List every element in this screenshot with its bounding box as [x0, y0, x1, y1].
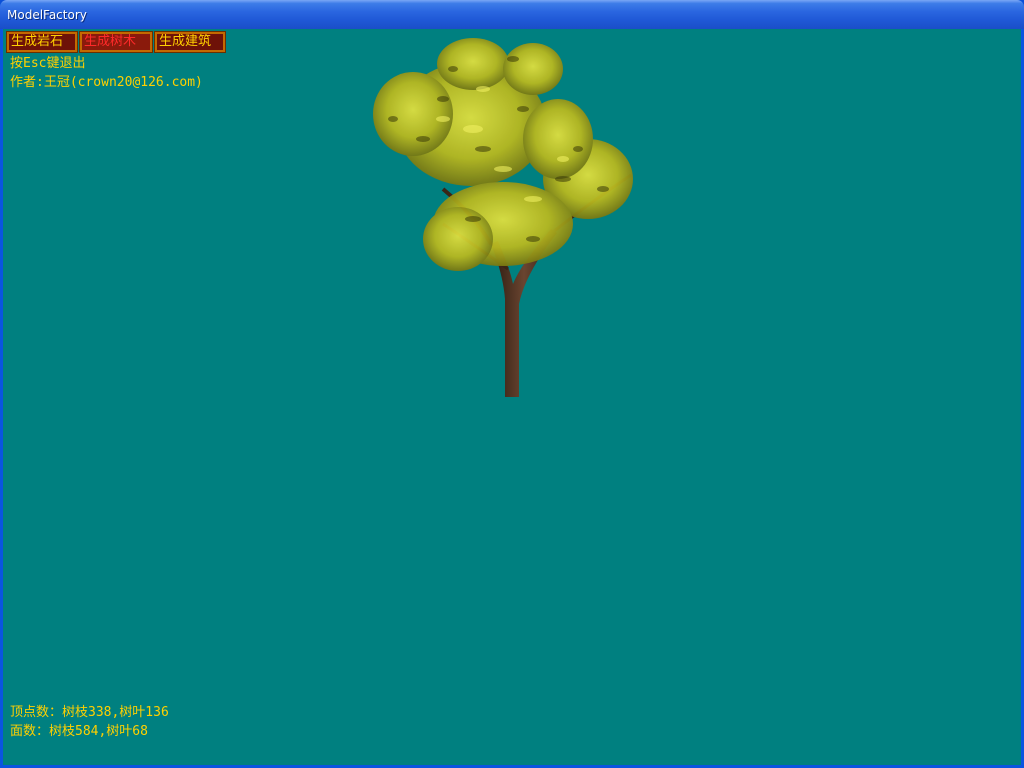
tree-foliage [373, 38, 633, 271]
window-title: ModelFactory [7, 8, 87, 22]
app-window: ModelFactory 生成岩石 生成树木 生成建筑 按Esc键退出 作者:王… [0, 0, 1024, 768]
tree-model [373, 38, 633, 397]
render-viewport[interactable]: 生成岩石 生成树木 生成建筑 按Esc键退出 作者:王冠(crown20@126… [3, 29, 1021, 765]
face-count: 面数：树枝584,树叶68 [10, 724, 148, 739]
vertex-count: 顶点数：树枝338,树叶136 [10, 705, 169, 720]
title-bar[interactable]: ModelFactory [0, 0, 1024, 29]
